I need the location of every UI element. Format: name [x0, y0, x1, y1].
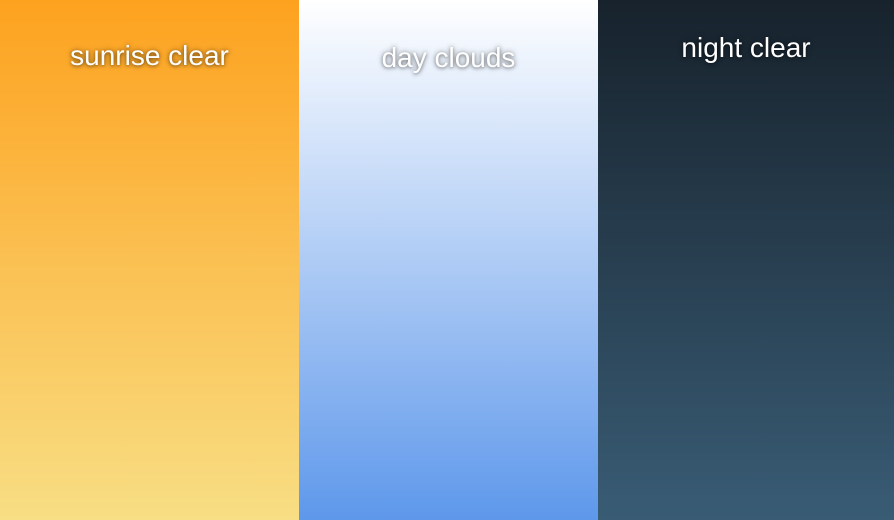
- night-clear-label: night clear: [681, 32, 811, 63]
- sunrise-clear-panel: sunrise clear: [0, 0, 299, 520]
- day-clouds-panel: day clouds: [299, 0, 598, 520]
- weather-backgrounds: sunrise clear day clouds night clear: [0, 0, 894, 520]
- sunrise-clear-label: sunrise clear: [70, 40, 229, 71]
- day-clouds-label: day clouds: [381, 42, 516, 73]
- night-clear-panel: night clear: [598, 0, 894, 520]
